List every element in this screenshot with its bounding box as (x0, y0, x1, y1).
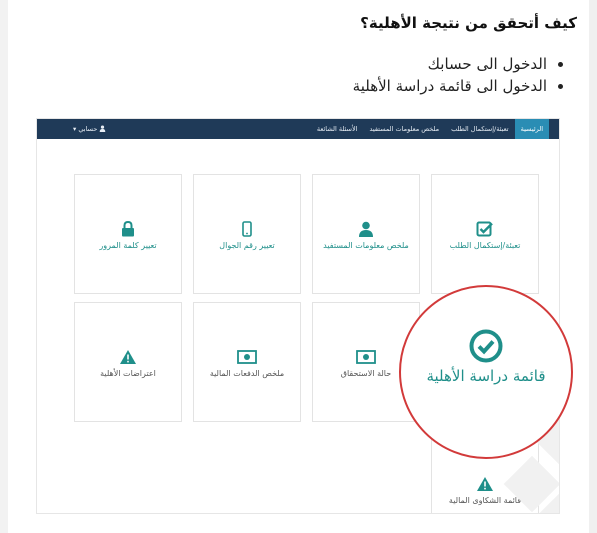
eligibility-study-highlight[interactable]: قائمة دراسة الأهلية (399, 285, 573, 459)
mobile-icon (242, 221, 252, 237)
chevron-down-icon: ▾ (73, 125, 77, 133)
account-menu[interactable]: ▾ حسابي (73, 119, 106, 139)
nav-item-beneficiary-summary[interactable]: ملخص معلومات المستفيد (363, 119, 445, 139)
tile-change-mobile[interactable]: تعيير رقم الجوال (193, 174, 301, 294)
nav-item-faq[interactable]: الأسئلة الشائعة (311, 119, 364, 139)
tile-eligibility-objections[interactable]: اعتراضات الأهلية (74, 302, 182, 422)
nav-item-home[interactable]: الرئيسية (514, 119, 549, 139)
warning-icon (120, 350, 136, 364)
right-margin-stripe (589, 0, 597, 533)
eligibility-study-label: قائمة دراسة الأهلية (426, 367, 546, 385)
account-label: حسابي (78, 125, 98, 133)
tile-label: تعيير كلمة المرور (99, 241, 157, 250)
lock-icon (122, 221, 134, 237)
step-item: الدخول الى قائمة دراسة الأهلية (353, 75, 547, 97)
tile-payments-summary[interactable]: ملخص الدفعات المالية (193, 302, 301, 422)
page-heading: كيف أتحقق من نتيجة الأهلية؟ (360, 14, 577, 32)
tile-label: ملخص معلومات المستفيد (323, 241, 409, 250)
money-icon (356, 350, 376, 364)
tile-label: تعبئة/إستكمال الطلب (449, 241, 521, 250)
step-item: الدخول الى حسابك (353, 53, 547, 75)
tile-label: ملخص الدفعات المالية (209, 369, 285, 378)
tile-fill-request[interactable]: تعبئة/إستكمال الطلب (431, 174, 539, 294)
edit-check-icon (476, 221, 493, 237)
user-icon (359, 221, 373, 237)
top-navbar: الرئيسية تعبئة/إستكمال الطلب ملخص معلوما… (37, 119, 559, 139)
tile-label: اعتراضات الأهلية (100, 369, 156, 378)
check-circle-icon (469, 329, 503, 363)
left-margin-stripe (0, 0, 8, 533)
money-icon (237, 350, 257, 364)
tile-change-password[interactable]: تعيير كلمة المرور (74, 174, 182, 294)
tile-label: تعيير رقم الجوال (219, 241, 275, 250)
warning-icon (477, 477, 493, 491)
nav-item-fill-request[interactable]: تعبئة/إستكمال الطلب (445, 119, 515, 139)
steps-list: الدخول الى حسابك الدخول الى قائمة دراسة … (353, 53, 567, 97)
nav-menu: الرئيسية تعبئة/إستكمال الطلب ملخص معلوما… (311, 119, 549, 139)
tile-beneficiary-summary[interactable]: ملخص معلومات المستفيد (312, 174, 420, 294)
user-icon (100, 125, 106, 132)
